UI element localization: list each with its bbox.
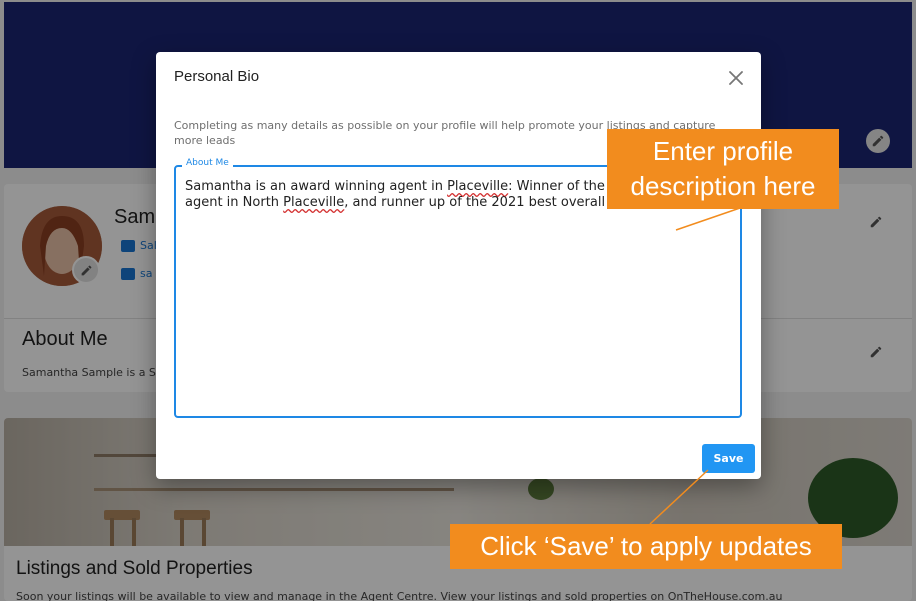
- personal-bio-dialog: Personal Bio Completing as many details …: [156, 52, 761, 479]
- about-me-label: About Me: [182, 158, 233, 168]
- enter-profile-callout: Enter profile description here: [607, 129, 839, 209]
- click-save-callout: Click ‘Save’ to apply updates: [450, 524, 842, 569]
- bio-text-segment: Samantha is an award winning agent in: [185, 179, 448, 194]
- misspelled-word: Placeville: [447, 179, 509, 194]
- misspelled-word: Placeville: [283, 195, 345, 210]
- bio-text-segment: , and runner up of the 2021 best overall…: [344, 195, 634, 210]
- dialog-title: Personal Bio: [174, 68, 260, 85]
- save-button[interactable]: Save: [702, 444, 755, 473]
- close-icon: [729, 71, 743, 85]
- bio-text-segment: agent in North: [185, 195, 284, 210]
- close-button[interactable]: [726, 68, 746, 88]
